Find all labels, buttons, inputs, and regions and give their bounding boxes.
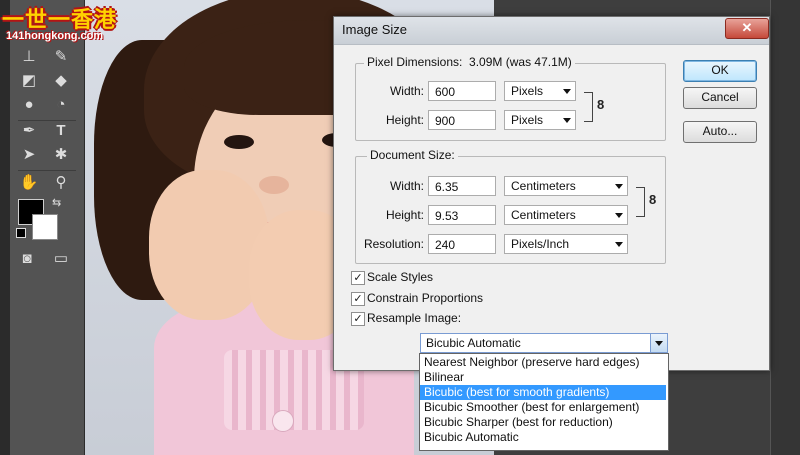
resample-option-bicubic-sharper[interactable]: Bicubic Sharper (best for reduction): [420, 415, 666, 430]
shape-tool-icon[interactable]: ✱: [50, 144, 72, 166]
photo-nose: [259, 176, 289, 194]
constrain-proportions-label: Constrain Proportions: [367, 291, 484, 305]
chevron-down-icon: [655, 341, 663, 346]
pixel-width-label: Width:: [389, 84, 424, 98]
resolution-unit-select[interactable]: Pixels/Inch: [504, 234, 628, 254]
photo-shirt-button: [272, 410, 294, 432]
resample-option-bicubic-automatic[interactable]: Bicubic Automatic: [420, 430, 666, 445]
resample-option-nearest-neighbor[interactable]: Nearest Neighbor (preserve hard edges): [420, 355, 666, 370]
quick-mask-icon[interactable]: ◙: [16, 248, 38, 270]
resample-option-bilinear[interactable]: Bilinear: [420, 370, 666, 385]
chevron-down-icon: [563, 89, 571, 94]
doc-height-unit-select[interactable]: Centimeters: [504, 205, 628, 225]
dropdown-button[interactable]: [650, 334, 667, 352]
resample-image-label: Resample Image:: [367, 311, 462, 325]
image-size-dialog: Image Size ✕ Pixel Dimensions: 3.09M (wa…: [333, 16, 770, 371]
tool-separator: [18, 170, 76, 171]
hand-tool-icon[interactable]: ✋: [18, 172, 40, 194]
doc-height-label: Height:: [385, 208, 424, 222]
type-tool-icon[interactable]: T: [50, 120, 72, 142]
watermark-logo: 一世一香港 141hongkong.com: [0, 2, 128, 44]
pixel-height-unit-select[interactable]: Pixels: [504, 110, 576, 130]
dialog-titlebar[interactable]: Image Size ✕: [334, 17, 769, 45]
watermark-site: 141hongkong.com: [6, 30, 104, 42]
zoom-tool-icon[interactable]: ⚲: [50, 172, 72, 194]
pixel-size-text: 3.09M (was 47.1M): [469, 55, 572, 69]
constrain-proportions-checkbox[interactable]: ✓: [351, 292, 365, 306]
paint-bucket-icon[interactable]: ◆: [50, 70, 72, 92]
pixel-height-label: Height:: [385, 113, 424, 127]
resample-method-list: Nearest Neighbor (preserve hard edges) B…: [419, 353, 669, 451]
pixel-link-bracket: [584, 92, 593, 122]
doc-width-input[interactable]: 6.35: [428, 176, 496, 196]
screen-mode-icon[interactable]: ▭: [50, 248, 72, 270]
doc-height-input[interactable]: 9.53: [428, 205, 496, 225]
resolution-label: Resolution:: [363, 237, 424, 251]
chevron-down-icon: [615, 242, 623, 247]
path-selection-icon[interactable]: ➤: [18, 144, 40, 166]
resolution-input[interactable]: 240: [428, 234, 496, 254]
pen-tool-icon[interactable]: ✒: [18, 120, 40, 142]
close-icon: ✕: [741, 20, 753, 35]
doc-width-unit-select[interactable]: Centimeters: [504, 176, 628, 196]
history-brush-icon[interactable]: ✎: [50, 46, 72, 68]
doc-link-bracket: [636, 187, 645, 217]
resample-image-checkbox[interactable]: ✓: [351, 312, 365, 326]
blur-tool-icon[interactable]: ●: [18, 94, 40, 116]
scrollbar-track[interactable]: [770, 0, 800, 455]
chain-link-icon: 8: [649, 192, 657, 207]
pixel-width-unit-select[interactable]: Pixels: [504, 81, 576, 101]
chevron-down-icon: [563, 118, 571, 123]
swap-colors-icon[interactable]: ⇆: [52, 196, 61, 209]
chevron-down-icon: [615, 213, 623, 218]
default-colors-icon[interactable]: [16, 228, 26, 238]
divider: [770, 0, 771, 455]
dialog-title: Image Size: [342, 22, 408, 37]
scale-styles-label: Scale Styles: [367, 270, 434, 284]
pixel-width-input[interactable]: 600: [428, 81, 496, 101]
eraser-tool-icon[interactable]: ◩: [18, 70, 40, 92]
tools-panel: ⊥ ✎ ◩ ◆ ● ◔ ✒ T ➤ ✱ ✋ ⚲ ⇆ ◙ ▭: [10, 0, 85, 455]
resample-option-bicubic[interactable]: Bicubic (best for smooth gradients): [420, 385, 666, 400]
doc-width-label: Width:: [389, 179, 424, 193]
auto-button[interactable]: Auto...: [683, 121, 757, 143]
photo-eye-left: [224, 135, 254, 149]
stamp-tool-icon[interactable]: ⊥: [18, 46, 40, 68]
chevron-down-icon: [615, 184, 623, 189]
ok-button[interactable]: OK: [683, 60, 757, 82]
resample-option-bicubic-smoother[interactable]: Bicubic Smoother (best for enlargement): [420, 400, 666, 415]
resample-method-select[interactable]: Bicubic Automatic: [420, 333, 668, 353]
chain-link-icon: 8: [597, 97, 605, 112]
scale-styles-checkbox[interactable]: ✓: [351, 271, 365, 285]
panel-edge: [0, 0, 10, 455]
close-button[interactable]: ✕: [725, 18, 769, 39]
document-size-legend: Document Size:: [367, 148, 458, 162]
dodge-tool-icon[interactable]: ◔: [50, 94, 72, 116]
pixel-dimensions-legend: Pixel Dimensions: 3.09M (was 47.1M): [364, 55, 575, 69]
pixel-height-input[interactable]: 900: [428, 110, 496, 130]
cancel-button[interactable]: Cancel: [683, 87, 757, 109]
background-color-swatch[interactable]: [32, 214, 58, 240]
